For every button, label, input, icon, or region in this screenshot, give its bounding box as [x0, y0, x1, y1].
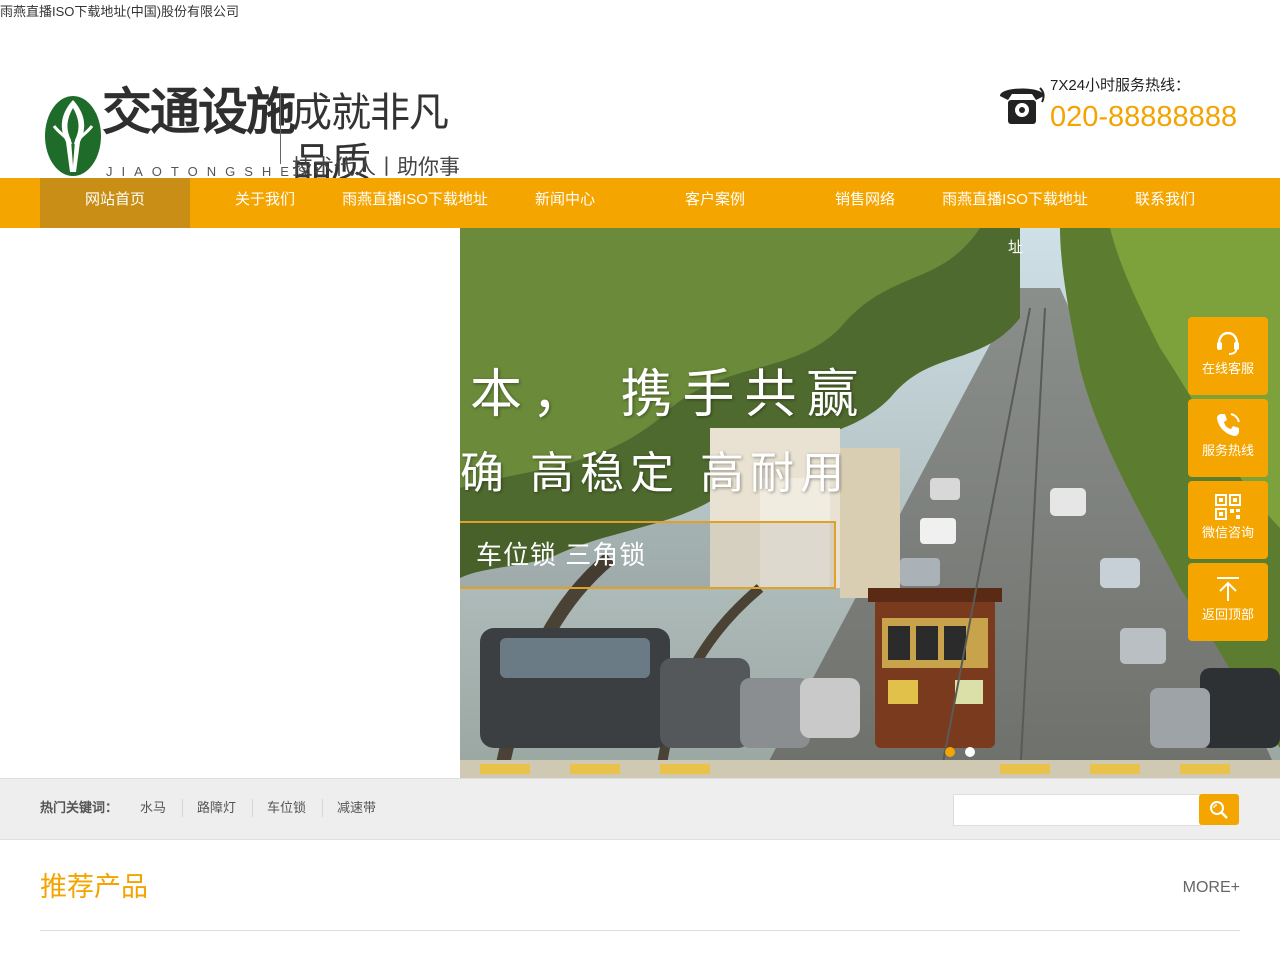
back-to-top-label: 返回顶部 [1201, 607, 1254, 622]
service-hotline-button[interactable]: 服务热线 [1188, 399, 1268, 477]
hero-banner[interactable]: 址 本， 携手共赢 确 高稳定 高耐用 车位锁 三角锁 [0, 228, 1280, 778]
nav-item-download[interactable]: 雨燕直播ISO下载地址 [940, 178, 1090, 228]
nav-item-cases[interactable]: 客户案例 [640, 178, 790, 228]
qrcode-icon [1215, 494, 1241, 520]
banner-dot-2[interactable] [965, 747, 975, 757]
hot-keywords-list: 水马 路障灯 车位锁 减速带 [140, 799, 406, 817]
hotline-label: 7X24小时服务热线： [1050, 77, 1191, 94]
nav-item-contact[interactable]: 联系我们 [1090, 178, 1240, 228]
nav-item-sales-network[interactable]: 销售网络 [790, 178, 940, 228]
page: 雨燕直播ISO下载地址(中国)股份有限公司 交通设施 JIAOTONGSHESH… [0, 0, 1280, 960]
logo[interactable]: 交通设施 JIAOTONGSHESHI 成就非凡品质 技术代人丨助你事半功倍 [40, 80, 470, 178]
banner-dot-1[interactable] [945, 747, 955, 757]
telephone-icon [1000, 87, 1045, 124]
banner-product-text: 车位锁 三角锁 [476, 540, 647, 570]
hotline-number[interactable]: 020-88888888 [1050, 100, 1237, 134]
section-divider [40, 930, 1240, 931]
keyword-link[interactable]: 减速带 [337, 799, 392, 817]
banner-street-photo [460, 228, 1280, 778]
wechat-consult-button[interactable]: 微信咨询 [1188, 481, 1268, 559]
side-toolbar: 在线客服 服务热线 微信咨询 返回顶部 [1188, 317, 1268, 645]
logo-sub-slogan: 技术代人丨助你事半功倍 [292, 156, 460, 178]
keyword-link[interactable]: 水马 [140, 799, 184, 817]
search-button[interactable] [1199, 794, 1239, 825]
headset-icon [1217, 331, 1239, 355]
nav-item-about[interactable]: 关于我们 [190, 178, 340, 228]
nav-item-news[interactable]: 新闻中心 [490, 178, 640, 228]
section-title-products: 推荐产品 [40, 872, 148, 902]
nav-item-home[interactable]: 网站首页 [40, 178, 190, 228]
wechat-consult-label: 微信咨询 [1201, 525, 1254, 540]
banner-product-box: 车位锁 三角锁 [460, 521, 836, 589]
arrow-up-icon [1217, 577, 1239, 601]
banner-headline: 本， 携手共赢 [470, 365, 869, 425]
banner-pagination [945, 747, 975, 757]
service-hotline-label: 服务热线 [1201, 443, 1254, 458]
site-title: 雨燕直播ISO下载地址(中国)股份有限公司 [0, 4, 240, 19]
search-icon [1210, 801, 1228, 819]
logo-name: 交通设施 [102, 82, 296, 141]
phone-icon [1217, 413, 1240, 436]
logo-divider [280, 94, 281, 164]
online-service-label: 在线客服 [1201, 361, 1254, 376]
keyword-search-bar: 热门关键词： 水马 路障灯 车位锁 减速带 [0, 778, 1280, 840]
hot-keywords-label: 热门关键词： [40, 800, 119, 815]
main-nav: 网站首页 关于我们 雨燕直播ISO下载地址 新闻中心 客户案例 销售网络 雨燕直… [0, 178, 1280, 228]
banner-subheadline: 确 高稳定 高耐用 [460, 448, 850, 499]
hotline: 7X24小时服务热线： 020-88888888 [994, 76, 1240, 136]
logo-tree-icon [45, 96, 101, 176]
online-service-button[interactable]: 在线客服 [1188, 317, 1268, 395]
keyword-link[interactable]: 车位锁 [267, 799, 324, 817]
products-more-link[interactable]: MORE+ [1183, 878, 1240, 898]
back-to-top-button[interactable]: 返回顶部 [1188, 563, 1268, 641]
banner-corner-text: 址 [1008, 239, 1024, 256]
keyword-link[interactable]: 路障灯 [197, 799, 254, 817]
search-input[interactable] [953, 794, 1201, 826]
nav-item-products[interactable]: 雨燕直播ISO下载地址 [340, 178, 490, 228]
